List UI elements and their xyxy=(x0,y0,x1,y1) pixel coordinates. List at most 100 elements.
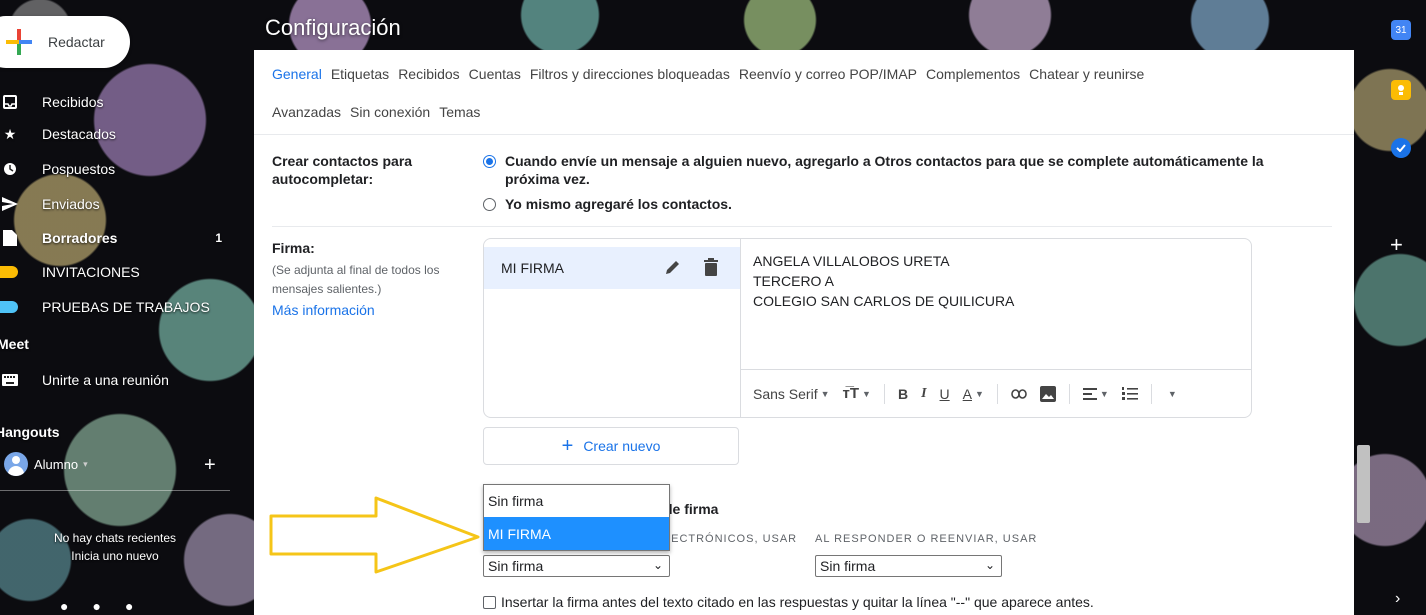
sidebar-item-starred[interactable]: ★ Destacados xyxy=(0,119,236,149)
dropdown-option[interactable]: Sin firma xyxy=(484,485,669,517)
link-icon[interactable] xyxy=(1011,388,1027,399)
sidebar-item-pruebas[interactable]: PRUEBAS DE TRABAJOS xyxy=(0,292,236,322)
new-chat-button[interactable]: + xyxy=(204,454,216,477)
keyboard-icon xyxy=(2,372,18,388)
trash-icon[interactable] xyxy=(704,258,718,279)
send-icon xyxy=(2,196,18,212)
underline-button[interactable]: U xyxy=(940,386,950,402)
contacts-option-auto-label: Cuando envíe un mensaje a alguien nuevo,… xyxy=(505,152,1264,188)
sidebar-item-label: Enviados xyxy=(42,196,100,212)
sidebar-divider xyxy=(0,490,230,491)
numbered-list-icon[interactable] xyxy=(1121,386,1138,401)
more-formatting-button[interactable]: ▼ xyxy=(1165,389,1177,399)
insert-before-checkbox[interactable] xyxy=(483,595,496,609)
meet-title: Meet xyxy=(0,336,29,352)
insert-before-quote-option[interactable]: Insertar la firma antes del texto citado… xyxy=(483,594,1094,610)
italic-button[interactable]: I xyxy=(921,386,926,402)
add-addon-button[interactable]: + xyxy=(1390,232,1403,258)
annotation-arrow xyxy=(269,496,480,574)
signature-text-line: ANGELA VILLALOBOS URETA xyxy=(753,253,950,269)
meet-join-label: Unirte a una reunión xyxy=(42,372,169,388)
signature-defaults-title: de firma xyxy=(664,501,719,517)
radio-selected[interactable] xyxy=(483,155,496,168)
hangouts-user[interactable]: Alumno ▾ xyxy=(4,452,88,476)
tabs-divider xyxy=(254,134,1354,135)
tasks-icon[interactable] xyxy=(1391,138,1411,158)
row-divider xyxy=(272,226,1332,227)
sidebar-item-inbox[interactable]: Recibidos xyxy=(0,87,236,117)
contacts-option-manual[interactable]: Yo mismo agregaré los contactos. xyxy=(483,195,732,213)
signature-text-line: COLEGIO SAN CARLOS DE QUILICURA xyxy=(753,293,1015,309)
signature-description-line1: (Se adjunta al final de todos los xyxy=(272,263,440,277)
align-icon[interactable]: ▼ xyxy=(1082,387,1109,400)
font-size-button[interactable]: т̅T ▼ xyxy=(843,385,871,402)
tab-general[interactable]: General xyxy=(272,66,322,82)
sidebar-item-label: Pospuestos xyxy=(42,161,116,177)
compose-label: Redactar xyxy=(48,34,105,50)
tab-avanzadas[interactable]: Avanzadas xyxy=(272,104,341,120)
new-email-signature-select[interactable]: Sin firma ⌄ xyxy=(483,555,670,577)
reply-signature-select[interactable]: Sin firma ⌄ xyxy=(815,555,1002,577)
tab-sin-conexi-n[interactable]: Sin conexión xyxy=(350,104,430,120)
hangouts-title: Hangouts xyxy=(0,424,60,440)
toolbar-separator xyxy=(1150,383,1152,404)
keep-icon[interactable] xyxy=(1391,80,1411,100)
calendar-icon[interactable]: 31 xyxy=(1391,20,1411,40)
inbox-icon xyxy=(2,94,18,110)
signature-item[interactable]: MI FIRMA xyxy=(484,247,740,289)
dropdown-option-highlighted[interactable]: MI FIRMA xyxy=(484,517,669,550)
tab-etiquetas[interactable]: Etiquetas xyxy=(331,66,389,82)
create-new-label: Crear nuevo xyxy=(583,438,661,454)
page-title: Configuración xyxy=(265,15,401,40)
insert-before-label: Insertar la firma antes del texto citado… xyxy=(501,594,1094,610)
sidebar-item-invitaciones[interactable]: INVITACIONES xyxy=(0,257,236,287)
scrollbar-thumb[interactable] xyxy=(1357,445,1370,523)
no-chats-line2: Inicia uno nuevo xyxy=(71,549,159,563)
clock-icon xyxy=(2,161,18,177)
text-color-button[interactable]: A ▼ xyxy=(963,386,984,402)
reply-default-label: AL RESPONDER O REENVIAR, USAR xyxy=(815,533,1038,545)
tab-recibidos[interactable]: Recibidos xyxy=(398,66,459,82)
draft-icon xyxy=(2,230,18,246)
compose-plus-icon xyxy=(6,29,32,55)
phone-icon[interactable]: ● xyxy=(125,598,133,614)
font-family-select[interactable]: Sans Serif ▼ xyxy=(753,386,830,402)
chevron-down-icon: ⌄ xyxy=(652,558,663,572)
pencil-icon[interactable] xyxy=(665,259,681,278)
chevron-right-icon[interactable]: › xyxy=(1395,590,1400,608)
image-icon[interactable] xyxy=(1039,385,1056,402)
toolbar-separator xyxy=(996,383,998,404)
tab-cuentas[interactable]: Cuentas xyxy=(469,66,521,82)
signature-text[interactable]: ANGELA VILLALOBOS URETA TERCERO A COLEGI… xyxy=(753,251,1014,311)
tab-temas[interactable]: Temas xyxy=(439,104,480,120)
compose-button[interactable]: Redactar xyxy=(0,16,130,68)
chevron-down-icon: ▼ xyxy=(862,388,871,399)
radio-unselected[interactable] xyxy=(483,198,496,211)
contacts-label-line2: autocompletar: xyxy=(272,171,374,187)
hangouts-user-name: Alumno xyxy=(34,456,79,472)
no-chats-message: No hay chats recientes Inicia uno nuevo xyxy=(10,529,220,565)
tab-filtros-y-direcciones-bloqueadas[interactable]: Filtros y direcciones bloqueadas xyxy=(530,66,730,82)
new-email-default-label: LECTRÓNICOS, USAR xyxy=(664,533,798,545)
tabs-row: General Etiquetas Recibidos Cuentas Filtros … xyxy=(272,66,1342,82)
toolbar-separator xyxy=(883,383,885,404)
more-info-link[interactable]: Más información xyxy=(272,302,375,318)
chevron-down-icon: ▼ xyxy=(820,388,830,399)
bold-button[interactable]: B xyxy=(898,386,908,402)
meet-join-item[interactable]: Unirte a una reunión xyxy=(0,365,236,395)
tab-reenv-o-y-correo-pop-imap[interactable]: Reenvío y correo POP/IMAP xyxy=(739,66,917,82)
create-new-signature-button[interactable]: + Crear nuevo xyxy=(483,427,739,465)
chat-icon[interactable]: ● xyxy=(92,598,100,614)
tab-complementos[interactable]: Complementos xyxy=(926,66,1020,82)
contacts-label: Crear contactos para autocompletar: xyxy=(272,152,412,188)
tab-chatear-y-reunirse[interactable]: Chatear y reunirse xyxy=(1029,66,1144,82)
signature-description-line2: mensajes salientes.) xyxy=(272,282,382,296)
contacts-label-line1: Crear contactos para xyxy=(272,153,413,169)
person-icon[interactable]: ● xyxy=(60,598,68,614)
avatar xyxy=(4,452,28,476)
signature-description: (Se adjunta al final de todos los mensaj… xyxy=(272,261,472,299)
contacts-option-auto[interactable]: Cuando envíe un mensaje a alguien nuevo,… xyxy=(483,152,1264,188)
sidebar-item-drafts[interactable]: Borradores 1 xyxy=(0,223,236,253)
sidebar-item-sent[interactable]: Enviados xyxy=(0,189,236,219)
sidebar-item-snoozed[interactable]: Pospuestos xyxy=(0,154,236,184)
